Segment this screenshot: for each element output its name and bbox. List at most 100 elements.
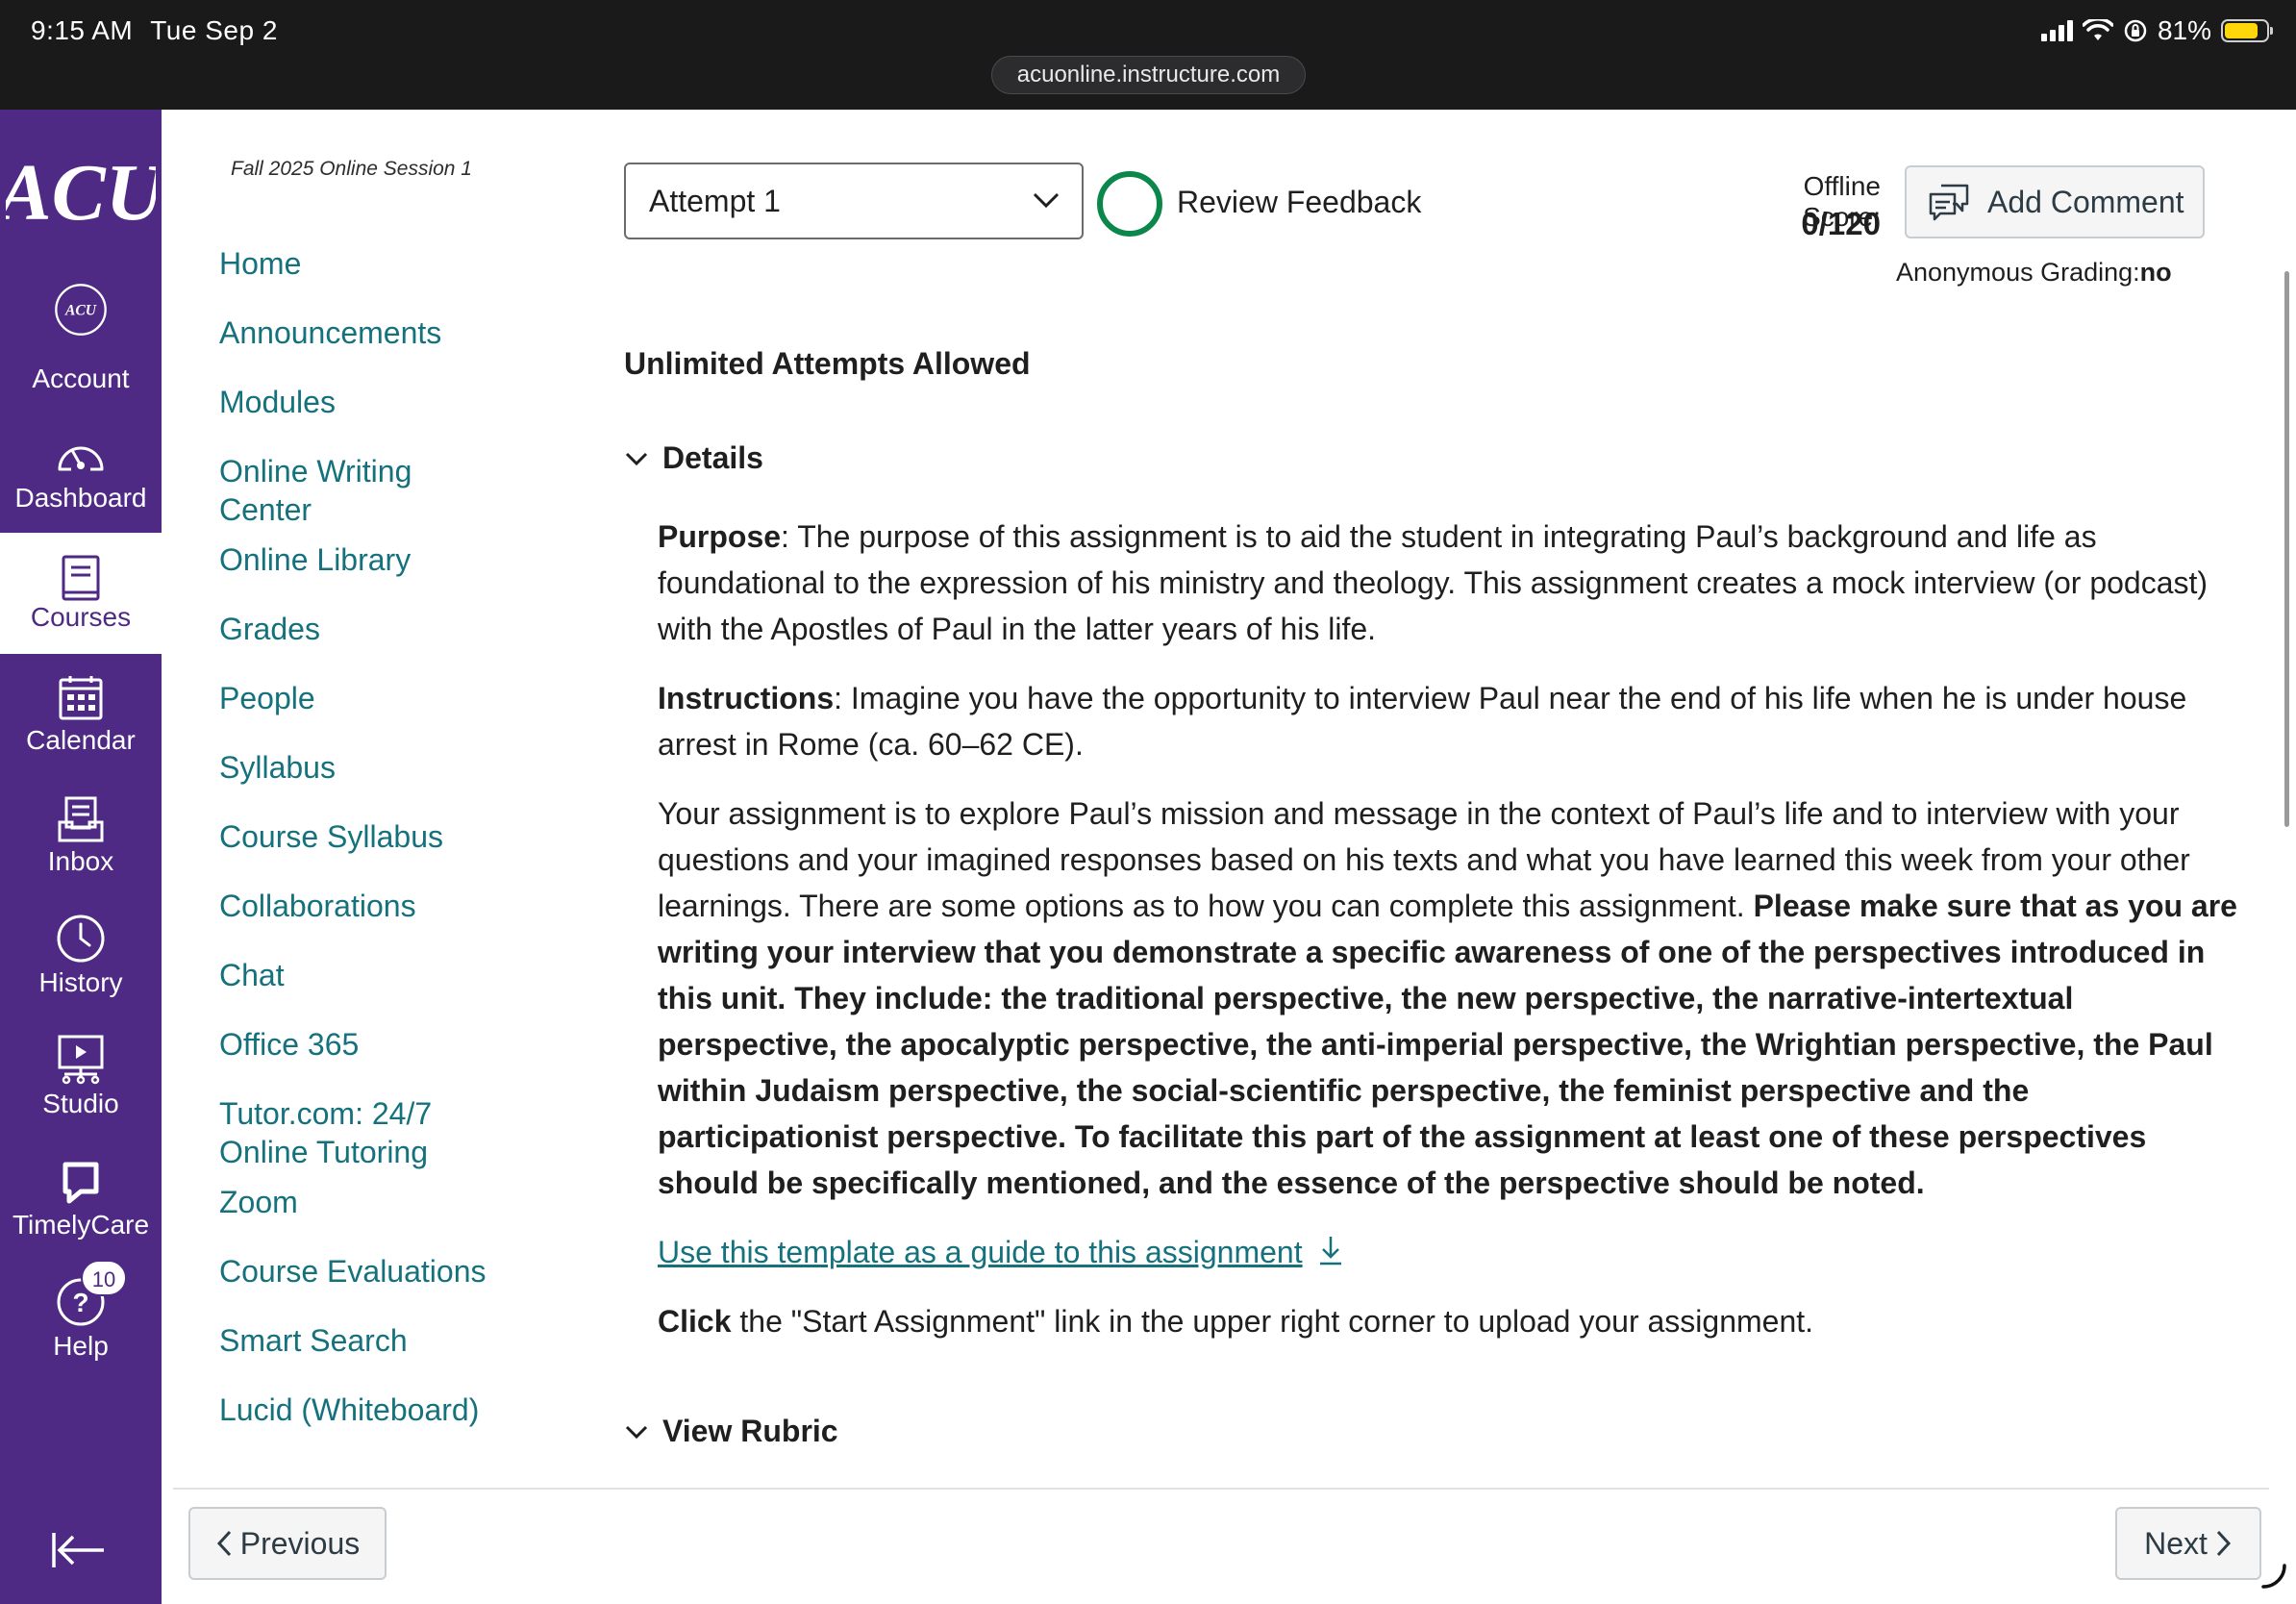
nav-label-timelycare: TimelyCare <box>12 1210 150 1240</box>
nav-item-courses[interactable]: Courses <box>0 533 162 654</box>
course-nav-link-label: Course Syllabus <box>219 819 443 854</box>
course-navigation: Fall 2025 Online Session 1 Home Announcem… <box>162 110 565 1494</box>
inbox-icon <box>54 792 108 846</box>
attempts-allowed-text: Unlimited Attempts Allowed <box>624 346 1031 381</box>
url-bar[interactable]: acuonline.instructure.com <box>991 56 1306 94</box>
dashboard-gauge-icon <box>54 427 108 481</box>
course-nav-link-modules[interactable]: Modules <box>219 383 336 421</box>
purpose-text: : The purpose of this assignment is to a… <box>658 519 2209 646</box>
click-text: the "Start Assignment" link in the upper… <box>731 1304 1814 1339</box>
course-nav-link-home[interactable]: Home <box>219 244 301 283</box>
course-nav-link-online-library[interactable]: Online Library <box>219 540 411 579</box>
courses-book-icon <box>54 552 108 606</box>
perspectives-bold-text: Please make sure that as you are writing… <box>658 889 2237 1200</box>
nav-item-inbox[interactable]: Inbox <box>0 775 162 896</box>
nav-item-account[interactable]: ACU Account <box>0 269 162 393</box>
nav-item-history[interactable]: History <box>0 896 162 1017</box>
assignment-description: Purpose: The purpose of this assignment … <box>658 514 2244 1367</box>
nav-item-help[interactable]: ? 10 Help <box>0 1260 162 1381</box>
course-term-label: Fall 2025 Online Session 1 <box>231 158 472 180</box>
course-nav-link-office-365[interactable]: Office 365 <box>219 1025 359 1064</box>
details-toggle[interactable]: Details <box>624 440 763 476</box>
course-nav-link-label: Lucid (Whiteboard) <box>219 1392 480 1427</box>
course-nav-link-label: Announcements <box>219 315 442 350</box>
clock-date: Tue Sep 2 <box>150 15 278 45</box>
course-nav-link-grades[interactable]: Grades <box>219 610 320 648</box>
nav-label-history: History <box>38 967 123 997</box>
battery-percent: 81% <box>2157 15 2211 45</box>
add-comment-label: Add Comment <box>1987 184 2184 219</box>
course-nav-link-label: Online Writing <box>219 454 412 489</box>
details-heading: Details <box>662 440 763 475</box>
module-sequence-footer: Previous Next <box>173 1488 2269 1604</box>
anonymous-grading-status: Anonymous Grading:no <box>1896 258 2172 288</box>
course-nav-link-label: Modules <box>219 385 336 419</box>
template-paragraph: Use this template as a guide to this ass… <box>658 1229 2244 1275</box>
course-nav-link-course-evaluations[interactable]: Course Evaluations <box>219 1252 486 1291</box>
review-feedback-ring-icon[interactable] <box>1097 171 1162 237</box>
acu-logo[interactable]: ACU <box>6 138 156 244</box>
course-nav-link-people[interactable]: People <box>219 679 315 717</box>
course-nav-link-label: Office 365 <box>219 1027 360 1062</box>
nav-label-help: Help <box>53 1331 109 1361</box>
cellular-signal-icon <box>2040 20 2073 41</box>
course-nav-link-smart-search[interactable]: Smart Search <box>219 1321 408 1360</box>
chevron-down-icon <box>625 1425 648 1439</box>
template-link-text: Use this template as a guide to this ass… <box>658 1235 1303 1269</box>
course-nav-link-label: Zoom <box>219 1185 298 1219</box>
course-nav-link-label: Tutor.com: 24/7 <box>219 1096 433 1131</box>
global-navigation: ACU ACU Account Dashboard Courses Calend… <box>0 110 162 1604</box>
template-download-link[interactable]: Use this template as a guide to this ass… <box>658 1235 1303 1269</box>
collapse-nav-icon[interactable] <box>50 1529 108 1571</box>
course-nav-link-tutor-com-24-7[interactable]: Tutor.com: 24/7 Online Tutoring <box>219 1094 432 1171</box>
purpose-label: Purpose <box>658 519 782 554</box>
nav-item-timelycare[interactable]: TimelyCare <box>0 1139 162 1260</box>
status-bar: 9:15 AM Tue Sep 2 acuonline.instructure.c… <box>0 0 2296 110</box>
add-comment-button[interactable]: Add Comment <box>1905 165 2205 238</box>
course-nav-link-course-syllabus[interactable]: Course Syllabus <box>219 817 443 856</box>
nav-label-calendar: Calendar <box>26 725 136 755</box>
click-label: Click <box>658 1304 732 1339</box>
course-nav-link-label-line2: Online Tutoring <box>219 1135 429 1169</box>
course-nav-link-label: Collaborations <box>219 889 416 923</box>
nav-label-courses: Courses <box>30 602 132 632</box>
next-label: Next <box>2144 1525 2208 1561</box>
svg-text:ACU: ACU <box>64 302 97 318</box>
course-nav-link-chat[interactable]: Chat <box>219 956 285 994</box>
nav-item-dashboard[interactable]: Dashboard <box>0 415 162 537</box>
timelycare-icon <box>54 1156 108 1210</box>
resize-corner-icon[interactable] <box>2259 1562 2288 1591</box>
course-nav-link-label: Syllabus <box>219 750 336 785</box>
view-rubric-heading: View Rubric <box>662 1414 838 1448</box>
chevron-left-icon <box>216 1530 231 1557</box>
course-nav-link-label: Course Evaluations <box>219 1254 487 1289</box>
course-nav-link-label: Home <box>219 246 302 281</box>
view-rubric-toggle[interactable]: View Rubric <box>624 1414 838 1449</box>
comment-icon <box>1929 184 1969 221</box>
download-icon[interactable] <box>1316 1234 1345 1266</box>
offline-score-value: 0/120 <box>1801 206 1881 241</box>
nav-label-account: Account <box>32 363 130 393</box>
chevron-down-icon <box>1033 192 1060 209</box>
course-nav-link-lucid-whiteboard[interactable]: Lucid (Whiteboard) <box>219 1391 479 1429</box>
course-nav-link-label: People <box>219 681 315 715</box>
studio-icon <box>54 1033 108 1087</box>
instructions-paragraph: Instructions: Imagine you have the oppor… <box>658 675 2244 767</box>
account-avatar-icon: ACU <box>54 283 108 337</box>
nav-item-calendar[interactable]: Calendar <box>0 654 162 775</box>
chevron-down-icon <box>625 452 648 465</box>
status-time: 9:15 AM Tue Sep 2 <box>31 15 278 46</box>
course-nav-link-label: Online Library <box>219 542 412 577</box>
course-nav-link-syllabus[interactable]: Syllabus <box>219 748 336 787</box>
course-nav-link-zoom[interactable]: Zoom <box>219 1183 298 1221</box>
course-nav-link-announcements[interactable]: Announcements <box>219 313 441 352</box>
next-button[interactable]: Next <box>2115 1507 2261 1580</box>
purpose-paragraph: Purpose: The purpose of this assignment … <box>658 514 2244 652</box>
attempt-select[interactable]: Attempt 1 <box>624 163 1084 239</box>
nav-item-studio[interactable]: Studio <box>0 1017 162 1139</box>
review-feedback-link[interactable]: Review Feedback <box>1177 185 1421 220</box>
course-nav-link-online-writing[interactable]: Online Writing Center <box>219 452 412 529</box>
previous-button[interactable]: Previous <box>188 1507 387 1580</box>
page-scrollbar[interactable] <box>2284 271 2289 827</box>
course-nav-link-collaborations[interactable]: Collaborations <box>219 887 416 925</box>
